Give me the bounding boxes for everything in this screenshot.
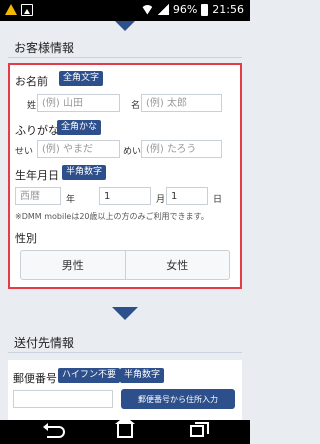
- year-unit: 年: [66, 195, 76, 205]
- sei-kana-label: せい: [15, 147, 34, 157]
- signal-icon: [157, 4, 169, 15]
- last-name-kana-input[interactable]: (例) やまだ: [37, 140, 120, 158]
- first-name-input[interactable]: (例) 太郎: [141, 94, 222, 112]
- warning-icon: [5, 4, 17, 15]
- birthdate-label: 生年月日: [15, 169, 59, 182]
- postal-code-label: 郵便番号: [13, 372, 57, 385]
- birth-year-input[interactable]: 西暦: [15, 187, 61, 205]
- gender-selector: 男性 女性: [20, 250, 230, 280]
- battery-percent: 96%: [172, 3, 198, 16]
- battery-icon: [201, 3, 209, 16]
- gender-female-option[interactable]: 女性: [124, 251, 230, 279]
- status-bar: 96% 21:56: [0, 0, 250, 21]
- gender-male-option[interactable]: 男性: [21, 251, 125, 279]
- sei-label: 姓: [27, 101, 37, 111]
- month-unit: 月: [156, 195, 166, 205]
- furigana-label: ふりがな: [15, 124, 59, 137]
- birth-month-input[interactable]: 1: [99, 187, 151, 205]
- wifi-icon: [140, 4, 154, 15]
- shipping-form-card: 郵便番号 ハイフン不要 半角数字 郵便番号から住所入力: [8, 360, 242, 420]
- first-name-kana-input[interactable]: (例) たろう: [141, 140, 222, 158]
- postal-code-input[interactable]: [13, 390, 113, 408]
- no-hyphen-badge: ハイフン不要: [58, 368, 121, 383]
- mei-kana-label: めい: [123, 147, 142, 157]
- birth-day-input[interactable]: 1: [166, 187, 208, 205]
- navigation-bar: [0, 416, 250, 444]
- name-label: お名前: [15, 75, 48, 88]
- kana-badge: 全角かな: [57, 120, 102, 135]
- chevron-down-icon: [115, 21, 135, 31]
- home-icon[interactable]: [115, 416, 135, 438]
- customer-form-card: お名前 全角文字 姓 (例) 山田 名 (例) 太郎 ふりがな 全角かな せい …: [8, 63, 242, 289]
- divider: [8, 352, 242, 353]
- last-name-input[interactable]: (例) 山田: [37, 94, 120, 112]
- age-note: ※DMM mobileは20歳以上の方のみご利用できます。: [15, 212, 209, 221]
- image-icon: [21, 4, 33, 16]
- clock: 21:56: [212, 3, 244, 16]
- day-unit: 日: [213, 195, 223, 205]
- fullwidth-badge: 全角文字: [59, 71, 104, 86]
- chevron-down-icon: [112, 307, 138, 320]
- halfwidth-number-badge: 半角数字: [120, 368, 165, 383]
- gender-label: 性別: [15, 232, 37, 245]
- mei-label: 名: [131, 101, 141, 111]
- address-lookup-button[interactable]: 郵便番号から住所入力: [121, 389, 235, 409]
- recent-apps-icon[interactable]: [190, 422, 209, 437]
- halfwidth-number-badge: 半角数字: [62, 165, 107, 180]
- shipping-section-title: 送付先情報: [14, 336, 75, 350]
- back-icon[interactable]: [43, 423, 65, 438]
- customer-section-title: お客様情報: [14, 41, 75, 55]
- divider: [8, 57, 242, 58]
